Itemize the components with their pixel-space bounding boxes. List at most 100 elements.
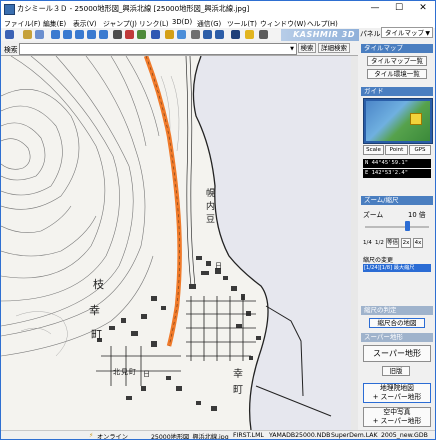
- map-label: 豆: [206, 214, 215, 225]
- aerial-photo-line1: 空中写真: [383, 408, 411, 416]
- zoom-btn-2x[interactable]: 2x: [401, 238, 411, 248]
- close-button[interactable]: ✕: [411, 1, 435, 17]
- status-ndb: YAMADB25000.NDB: [269, 432, 331, 439]
- menu-tools[interactable]: ツール(T): [227, 18, 257, 28]
- zoom-value: 10 倍: [408, 211, 426, 219]
- map-view[interactable]: 幌 内 豆 枝 幸 町 幸 町 日 北 見 町 日: [1, 55, 358, 430]
- save-icon[interactable]: [35, 30, 44, 39]
- title-bar[interactable]: カシミール３Ｄ - 25000地形図_興浜北線 [25000地形図_興浜北線.j…: [1, 1, 435, 17]
- zoom-in-icon[interactable]: [51, 30, 60, 39]
- app-icon: [4, 4, 15, 15]
- zoom-slider-track[interactable]: [365, 226, 429, 228]
- map-label: 町: [91, 328, 102, 341]
- search-label: 検索: [4, 46, 18, 54]
- aerial-photo-line2: + スーパー地形: [372, 417, 422, 425]
- tab-gps[interactable]: GPS: [409, 145, 431, 155]
- window-icon[interactable]: [203, 30, 212, 39]
- tilemap-list-button[interactable]: タイルマップ一覧: [367, 56, 427, 66]
- super-terrain-header[interactable]: スーパー地形: [361, 333, 433, 342]
- maximize-button[interactable]: ☐: [387, 1, 411, 17]
- menu-3d[interactable]: 3D(D): [172, 18, 192, 26]
- menu-file[interactable]: ファイル(F): [4, 18, 40, 28]
- guide-navigator[interactable]: [363, 98, 433, 144]
- aerial-photo-super-terrain-button[interactable]: 空中写真 + スーパー地形: [363, 407, 431, 427]
- grid-icon[interactable]: [215, 30, 224, 39]
- map-label: 枝: [93, 277, 104, 291]
- guide-header[interactable]: ガイド: [361, 87, 433, 96]
- current-position-marker-icon: [410, 113, 422, 125]
- rotate-icon[interactable]: [99, 30, 108, 39]
- map-scrollbar[interactable]: [351, 56, 358, 430]
- map-label: 見: [121, 368, 128, 376]
- zoom-slider-thumb[interactable]: [405, 221, 410, 231]
- old-version-button[interactable]: 旧版: [382, 366, 410, 376]
- tile-env-list-button[interactable]: タイル環境一覧: [367, 69, 427, 79]
- map-label: 幸: [89, 304, 100, 317]
- side-panel: タイルマップ タイルマップ一覧 タイル環境一覧 ガイド Scale Point …: [359, 42, 435, 429]
- map-label: 北: [113, 368, 120, 376]
- status-bar: ⚡ オンライン 25000地形図_興浜北線.jpg FIRST.LML YAMA…: [1, 430, 435, 440]
- minimize-button[interactable]: —: [363, 1, 387, 17]
- open-icon[interactable]: [23, 30, 32, 39]
- tab-point[interactable]: Point: [385, 145, 408, 155]
- flag-icon[interactable]: [125, 30, 134, 39]
- move-icon[interactable]: [87, 30, 96, 39]
- search-button[interactable]: 検索: [298, 43, 316, 53]
- zoom-btn-4x[interactable]: 4x: [413, 238, 423, 248]
- status-dem: SuperDem.LAK: [331, 432, 378, 439]
- panel-selector-value: タイルマップ: [385, 29, 424, 37]
- brand-logo: KASHMIR 3D: [281, 29, 359, 41]
- super-terrain-button[interactable]: スーパー地形: [363, 345, 431, 362]
- map-label: 幸: [233, 368, 243, 380]
- zoom-btn-quarter[interactable]: 1/4: [363, 240, 372, 246]
- scale-change-label: 縮尺の変更: [363, 257, 394, 264]
- gps-icon[interactable]: [151, 30, 160, 39]
- scale-fit-header[interactable]: 縮尺の判定: [361, 306, 433, 315]
- menu-help[interactable]: ヘルプ(H): [307, 18, 338, 28]
- map-label: 幌: [206, 187, 215, 199]
- gsi-map-line2: + スーパー地形: [372, 393, 422, 401]
- pencil-icon[interactable]: [165, 30, 174, 39]
- gsi-map-super-terrain-button[interactable]: 地理院地図 + スーパー地形: [363, 383, 431, 403]
- window-title: カシミール３Ｄ - 25000地形図_興浜北線 [25000地形図_興浜北線.j…: [17, 4, 250, 13]
- menu-jump[interactable]: ジャンプ(J): [103, 18, 137, 28]
- menu-window[interactable]: ウィンドウ(W): [260, 18, 306, 28]
- menu-view[interactable]: 表示(V): [73, 18, 97, 28]
- zoom-fit-icon[interactable]: [75, 30, 84, 39]
- status-online: オンライン: [97, 434, 128, 440]
- point-icon[interactable]: [113, 30, 122, 39]
- search-dropdown-icon[interactable]: ▼: [288, 43, 297, 55]
- panel-selector[interactable]: タイルマップ ▼: [381, 27, 433, 38]
- zoom-btn-half[interactable]: 1/2: [375, 240, 384, 246]
- longitude-readout: E 142°53'2.4": [363, 169, 431, 178]
- menu-edit[interactable]: 編集(E): [43, 18, 66, 28]
- scale-fit-button[interactable]: 縮尺合の地図: [369, 318, 425, 328]
- menu-bar: ファイル(F) 編集(E) 表示(V) ジャンプ(J) リンク(L) 3D(D)…: [1, 17, 435, 28]
- pointer-icon[interactable]: [259, 30, 268, 39]
- map-label: 町: [233, 385, 243, 396]
- search-input[interactable]: [19, 43, 289, 55]
- screen-icon[interactable]: [231, 30, 240, 39]
- ruler-icon[interactable]: [177, 30, 186, 39]
- detail-search-button[interactable]: 詳細検索: [318, 43, 350, 53]
- online-icon: ⚡: [89, 432, 94, 439]
- zoom-label: ズーム: [363, 211, 384, 219]
- status-lml: FIRST.LML: [233, 432, 264, 439]
- gsi-map-line1: 地理院地図: [380, 384, 414, 392]
- layer-icon[interactable]: [191, 30, 200, 39]
- tilemap-header[interactable]: タイルマップ: [361, 44, 433, 53]
- zoom-out-icon[interactable]: [63, 30, 72, 39]
- map-label: 日: [143, 370, 150, 378]
- tab-scale[interactable]: Scale: [363, 145, 384, 155]
- menu-link[interactable]: リンク(L): [139, 18, 168, 28]
- topographic-map: 幌 内 豆 枝 幸 町 幸 町 日 北 見 町 日: [1, 56, 358, 430]
- menu-comm[interactable]: 通信(G): [197, 18, 221, 28]
- help-icon[interactable]: [245, 30, 254, 39]
- zoom-btn-actual[interactable]: 等倍: [386, 238, 399, 248]
- status-gdb: 2005_new.GDB: [381, 432, 428, 439]
- zoom-header[interactable]: ズーム/縮尺: [361, 196, 433, 205]
- scale-change-value[interactable]: [1/24][1/8] 最大縮尺: [363, 264, 431, 272]
- status-map-file: 25000地形図_興浜北線.jpg: [151, 434, 229, 440]
- route-icon[interactable]: [137, 30, 146, 39]
- coordinate-icon[interactable]: [5, 30, 14, 39]
